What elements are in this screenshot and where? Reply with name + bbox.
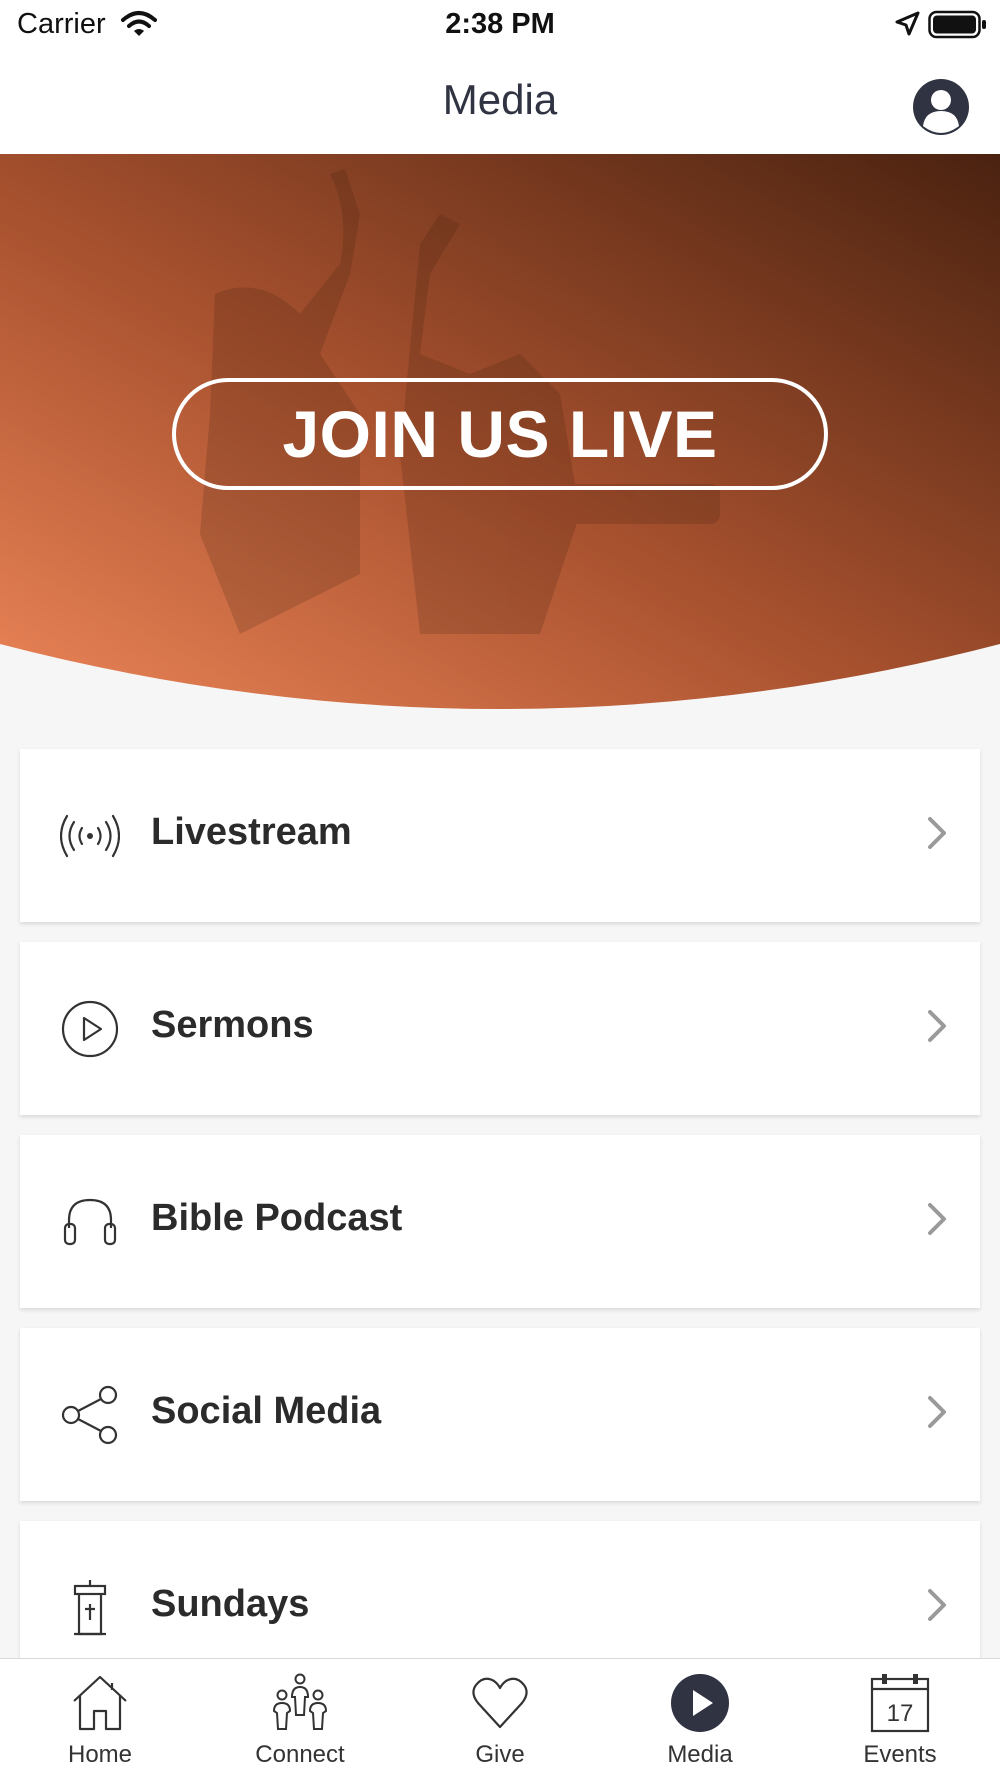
- page-title: Media: [442, 76, 558, 123]
- profile-icon[interactable]: [912, 78, 970, 136]
- tab-media[interactable]: Media: [600, 1659, 800, 1778]
- share-icon: [61, 1385, 118, 1445]
- menu-item-sermons[interactable]: Sermons: [20, 942, 980, 1115]
- chevron-right-icon: [928, 1396, 946, 1428]
- chevron-right-icon: [928, 817, 946, 849]
- play-circle-icon: [61, 1000, 119, 1058]
- status-bar: Carrier 2:38 PM: [0, 0, 1000, 52]
- battery-icon: [928, 10, 986, 39]
- menu-item-label: Sundays: [151, 1583, 310, 1625]
- chevron-right-icon: [928, 1010, 946, 1042]
- play-icon: [671, 1674, 729, 1732]
- pulpit-icon: [73, 1580, 107, 1636]
- tab-give[interactable]: Give: [400, 1659, 600, 1778]
- menu-item-label: Livestream: [151, 811, 352, 853]
- tab-label: Media: [667, 1741, 733, 1768]
- chevron-right-icon: [928, 1203, 946, 1235]
- nav-bar: Media: [0, 52, 1000, 154]
- menu-item-label: Bible Podcast: [151, 1197, 403, 1239]
- tab-label: Connect: [255, 1741, 345, 1768]
- chevron-right-icon: [928, 1589, 946, 1621]
- join-us-live-label: JOIN US LIVE: [282, 397, 718, 471]
- menu-item-label: Social Media: [151, 1390, 382, 1432]
- hero-banner: JOIN US LIVE: [0, 154, 1000, 714]
- menu-item-livestream[interactable]: Livestream: [20, 749, 980, 922]
- media-menu-list: Livestream Sermons Bible Podcast Social …: [20, 749, 980, 1714]
- tab-connect[interactable]: Connect: [200, 1659, 400, 1778]
- menu-item-label: Sermons: [151, 1004, 314, 1046]
- tab-events[interactable]: 17 Events: [800, 1659, 1000, 1778]
- tab-bar: Home Connect Give Media 17 Events: [0, 1658, 1000, 1778]
- people-icon: [272, 1673, 328, 1730]
- tab-label: Events: [863, 1741, 937, 1768]
- headphones-icon: [63, 1198, 117, 1246]
- heart-icon: [472, 1677, 528, 1729]
- tab-label: Home: [67, 1741, 133, 1768]
- tab-label: Give: [475, 1741, 525, 1768]
- home-icon: [73, 1675, 127, 1731]
- tab-home[interactable]: Home: [0, 1659, 200, 1778]
- menu-item-social-media[interactable]: Social Media: [20, 1328, 980, 1501]
- calendar-icon: 17: [870, 1674, 930, 1733]
- clock: 2:38 PM: [445, 8, 555, 40]
- broadcast-icon: [60, 814, 120, 858]
- calendar-date: 17: [887, 1700, 914, 1727]
- location-arrow-icon: [895, 11, 920, 36]
- menu-item-bible-podcast[interactable]: Bible Podcast: [20, 1135, 980, 1308]
- join-us-live-button[interactable]: JOIN US LIVE: [172, 378, 828, 490]
